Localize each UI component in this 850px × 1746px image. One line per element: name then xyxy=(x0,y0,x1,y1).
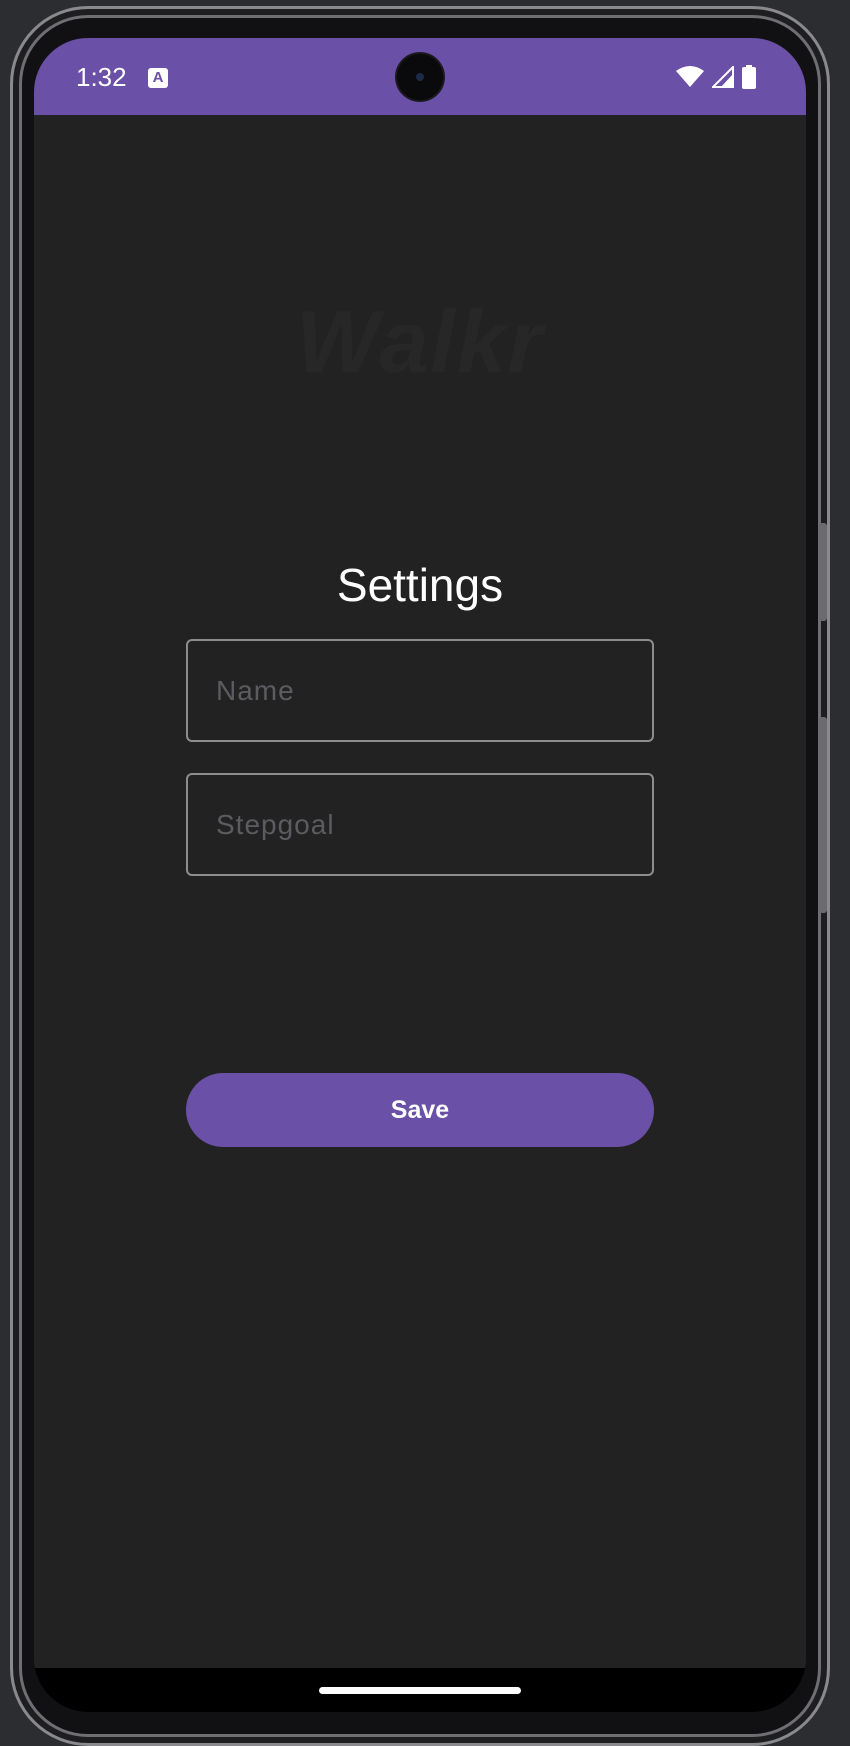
navigation-bar xyxy=(34,1668,806,1712)
app-logo: Walkr xyxy=(295,292,545,391)
save-button[interactable]: Save xyxy=(186,1073,654,1147)
power-button xyxy=(819,717,827,913)
status-time: 1:32 xyxy=(76,62,127,92)
status-icons xyxy=(676,64,756,90)
app-notification-icon: A xyxy=(148,68,168,88)
cell-signal-icon xyxy=(712,66,734,88)
home-gesture-handle[interactable] xyxy=(319,1687,521,1694)
screen: 1:32 A Walkr Settings Save xyxy=(34,38,806,1712)
stepgoal-field[interactable] xyxy=(186,773,654,876)
battery-icon xyxy=(742,65,756,89)
page-title: Settings xyxy=(336,559,504,611)
volume-button xyxy=(819,523,827,621)
name-field[interactable] xyxy=(186,639,654,742)
status-bar: 1:32 A xyxy=(34,38,806,115)
wifi-icon xyxy=(676,66,704,87)
front-camera xyxy=(397,54,443,100)
